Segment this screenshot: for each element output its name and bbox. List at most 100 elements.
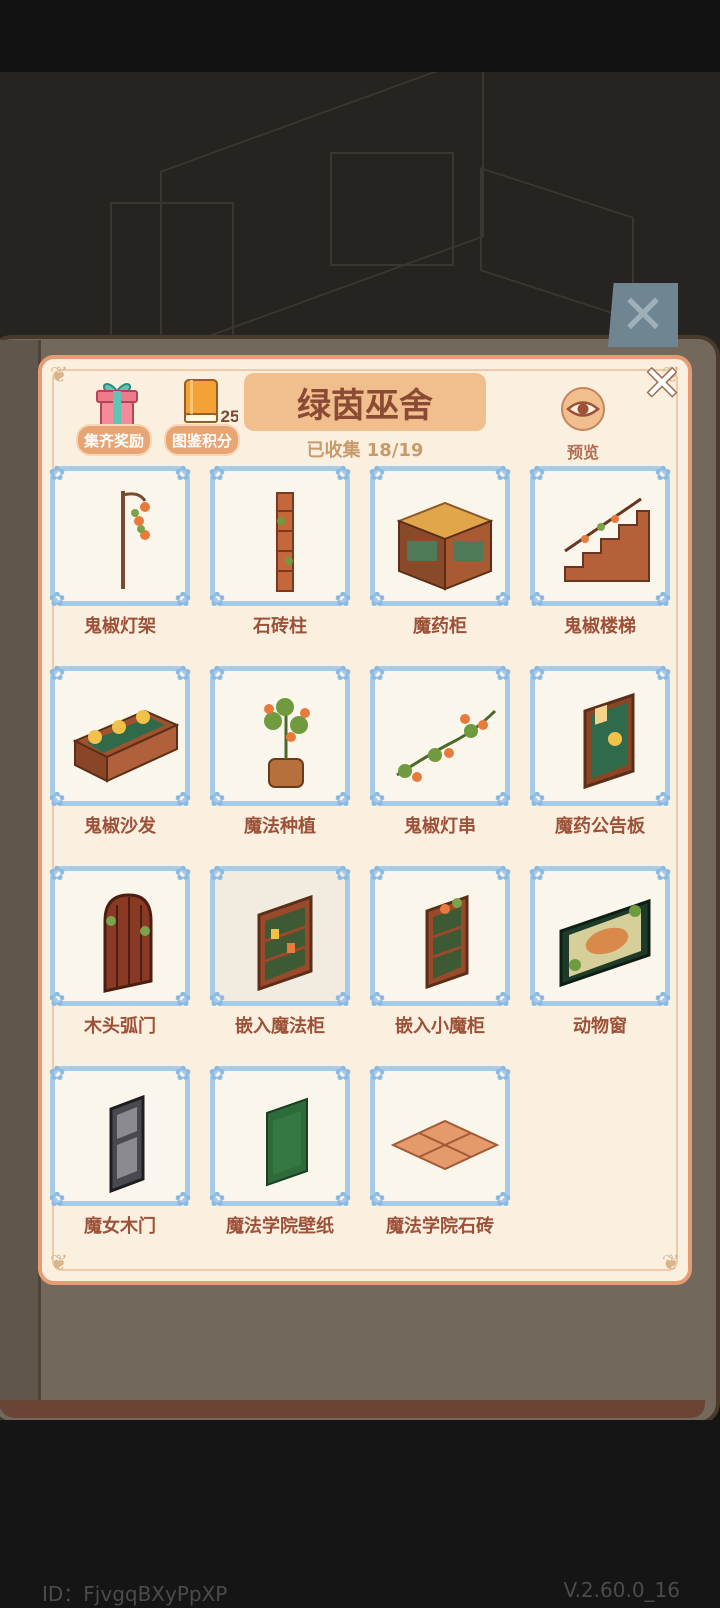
bow-ornament-icon: ✿ <box>494 661 512 685</box>
item-card[interactable]: ✿ ✿ ✿ ✿ 魔药公告板 <box>526 662 680 842</box>
lantern-string-icon <box>396 709 497 782</box>
item-frame <box>210 666 350 806</box>
item-frame <box>210 466 350 606</box>
album-book-edge <box>0 1400 705 1418</box>
item-frame <box>50 1066 190 1206</box>
close-button[interactable]: ✕ <box>638 360 686 406</box>
album-book-spine <box>0 340 41 1410</box>
bow-ornament-icon: ✿ <box>494 861 512 885</box>
witch-door-icon <box>109 1094 145 1194</box>
built-in-cabinet-icon <box>257 894 313 992</box>
bow-ornament-icon: ✿ <box>174 661 192 685</box>
item-card[interactable]: ✿ ✿ ✿ ✿ 鬼椒沙发 <box>46 662 200 842</box>
bow-ornament-icon: ✿ <box>528 661 546 685</box>
bow-ornament-icon: ✿ <box>208 462 226 485</box>
bow-ornament-icon: ✿ <box>654 987 672 1011</box>
item-card[interactable]: ✿ ✿ ✿ ✿ 动物窗 <box>526 862 680 1042</box>
item-name: 魔药公告板 <box>555 816 645 837</box>
bow-ornament-icon: ✿ <box>494 462 512 485</box>
item-card[interactable]: ✿ ✿ ✿ ✿ 魔药柜 <box>366 462 520 642</box>
item-card[interactable]: ✿ ✿ ✿ ✿ 魔法种植 <box>206 662 360 842</box>
bow-ornament-icon: ✿ <box>494 1187 512 1211</box>
item-name: 鬼椒楼梯 <box>564 616 636 637</box>
album-points-button[interactable]: 图鉴积分 <box>164 424 240 456</box>
notice-board-icon <box>583 692 635 790</box>
item-card[interactable]: ✿ ✿ ✿ ✿ 魔女木门 <box>46 1062 200 1242</box>
item-name: 魔法种植 <box>244 816 316 837</box>
item-name: 石砖柱 <box>253 616 307 637</box>
bow-ornament-icon: ✿ <box>48 462 66 485</box>
item-card[interactable]: ✿ ✿ ✿ ✿ 魔法学院石砖 <box>366 1062 520 1242</box>
item-frame <box>370 466 510 606</box>
bow-ornament-icon: ✿ <box>208 987 226 1011</box>
preview-eye-icon[interactable] <box>560 386 606 432</box>
item-name: 鬼椒灯架 <box>84 616 156 637</box>
corner-ornament-icon: ❦ <box>49 363 69 388</box>
arched-door-icon <box>103 893 153 993</box>
item-frame <box>370 666 510 806</box>
bow-ornament-icon: ✿ <box>174 587 192 611</box>
bow-ornament-icon: ✿ <box>174 787 192 811</box>
animal-window-icon <box>559 898 651 988</box>
bow-ornament-icon: ✿ <box>334 787 352 811</box>
item-frame <box>50 666 190 806</box>
item-frame <box>530 666 670 806</box>
album-book-icon[interactable]: 25 <box>182 378 238 428</box>
item-card[interactable]: ✿ ✿ ✿ ✿ 鬼椒楼梯 <box>526 462 680 642</box>
item-card[interactable]: ✿ ✿ ✿ ✿ 魔法学院壁纸 <box>206 1062 360 1242</box>
bow-ornament-icon: ✿ <box>208 1061 226 1085</box>
version-label: V.2.60.0_16 <box>563 1578 680 1602</box>
bow-ornament-icon: ✿ <box>494 987 512 1011</box>
bow-ornament-icon: ✿ <box>334 861 352 885</box>
collection-reward-button[interactable]: 集齐奖励 <box>76 424 152 456</box>
collected-count: 已收集 18/19 <box>306 440 424 461</box>
bow-ornament-icon: ✿ <box>174 987 192 1011</box>
item-name: 嵌入小魔柜 <box>395 1016 485 1037</box>
bow-ornament-icon: ✿ <box>528 587 546 611</box>
item-name: 魔法学院石砖 <box>386 1216 494 1237</box>
item-card[interactable]: ✿ ✿ ✿ ✿ 嵌入魔法柜 <box>206 862 360 1042</box>
bow-ornament-icon: ✿ <box>494 587 512 611</box>
status-bar-area <box>0 0 720 72</box>
bow-ornament-icon: ✿ <box>48 1187 66 1211</box>
item-card[interactable]: ✿ ✿ ✿ ✿ 鬼椒灯串 <box>366 662 520 842</box>
bow-ornament-icon: ✿ <box>48 861 66 885</box>
wallpaper-icon <box>266 1097 308 1187</box>
bow-ornament-icon: ✿ <box>174 861 192 885</box>
item-name: 动物窗 <box>573 1016 627 1037</box>
item-card[interactable]: ✿ ✿ ✿ ✿ 鬼椒灯架 <box>46 462 200 642</box>
bow-ornament-icon: ✿ <box>208 861 226 885</box>
item-card[interactable]: ✿ ✿ ✿ ✿ 木头弧门 <box>46 862 200 1042</box>
item-frame <box>50 866 190 1006</box>
preview-label[interactable]: 预览 <box>546 439 620 463</box>
item-name: 魔法学院壁纸 <box>226 1216 334 1237</box>
close-tab-icon[interactable]: ✕ <box>608 283 678 347</box>
stone-tile-floor-icon <box>390 1119 500 1171</box>
bow-ornament-icon: ✿ <box>368 987 386 1011</box>
bow-ornament-icon: ✿ <box>334 661 352 685</box>
bow-ornament-icon: ✿ <box>368 587 386 611</box>
item-name: 魔女木门 <box>84 1216 156 1237</box>
bow-ornament-icon: ✿ <box>208 787 226 811</box>
item-frame <box>210 1066 350 1206</box>
bow-ornament-icon: ✿ <box>208 587 226 611</box>
item-name: 嵌入魔法柜 <box>235 1016 325 1037</box>
sofa-icon <box>72 709 180 783</box>
bow-ornament-icon: ✿ <box>48 661 66 685</box>
potted-plant-icon <box>264 698 310 788</box>
bow-ornament-icon: ✿ <box>48 787 66 811</box>
bow-ornament-icon: ✿ <box>654 587 672 611</box>
bow-ornament-icon: ✿ <box>48 987 66 1011</box>
item-frame <box>530 466 670 606</box>
item-card[interactable]: ✿ ✿ ✿ ✿ 嵌入小魔柜 <box>366 862 520 1042</box>
item-frame-selected <box>210 866 350 1006</box>
bow-ornament-icon: ✿ <box>368 1187 386 1211</box>
bow-ornament-icon: ✿ <box>368 1061 386 1085</box>
bow-ornament-icon: ✿ <box>48 587 66 611</box>
bow-ornament-icon: ✿ <box>334 1061 352 1085</box>
bow-ornament-icon: ✿ <box>48 1061 66 1085</box>
item-grid: ✿ ✿ ✿ ✿ 鬼椒灯架 ✿ ✿ ✿ ✿ 石砖柱 ✿ ✿ ✿ ✿ 魔药柜 ✿ ✿… <box>46 462 686 1257</box>
item-name: 鬼椒灯串 <box>404 816 476 837</box>
item-card[interactable]: ✿ ✿ ✿ ✿ 石砖柱 <box>206 462 360 642</box>
gift-icon[interactable] <box>94 377 140 429</box>
